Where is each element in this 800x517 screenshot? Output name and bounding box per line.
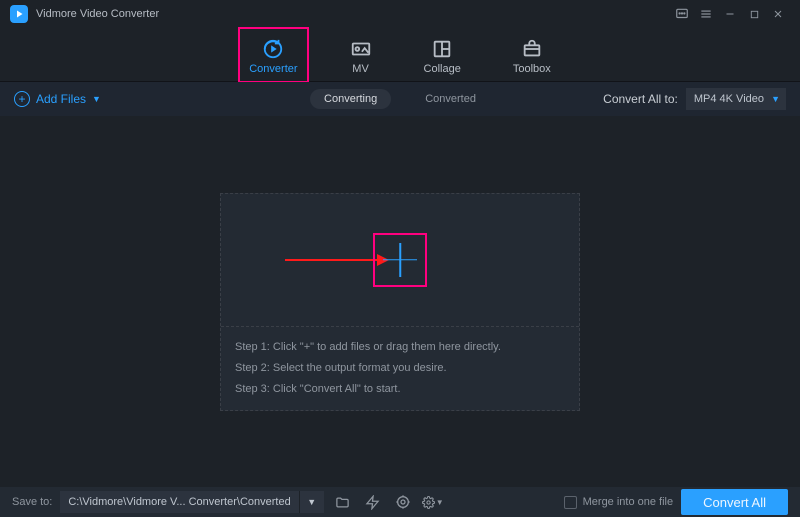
nav-converter-label: Converter	[249, 63, 297, 75]
instruction-step-1: Step 1: Click "+" to add files or drag t…	[235, 337, 565, 358]
nav-converter[interactable]: Converter	[241, 30, 305, 80]
feedback-icon[interactable]	[670, 2, 694, 26]
high-speed-button[interactable]	[392, 491, 414, 513]
add-files-label: Add Files	[36, 92, 86, 106]
output-format-dropdown[interactable]: MP4 4K Video ▼	[686, 88, 786, 110]
save-path-text: C:\Vidmore\Vidmore V... Converter\Conver…	[60, 491, 299, 513]
nav-mv-label: MV	[352, 63, 369, 75]
chevron-down-icon[interactable]: ▼	[300, 497, 324, 507]
annotation-highlight	[373, 233, 427, 287]
nav-mv[interactable]: MV	[342, 30, 380, 80]
dropzone-instructions: Step 1: Click "+" to add files or drag t…	[221, 327, 579, 410]
save-to-label: Save to:	[12, 496, 52, 508]
mv-icon	[350, 38, 372, 60]
settings-button[interactable]: ▼	[422, 491, 444, 513]
merge-checkbox[interactable]: Merge into one file	[564, 496, 674, 509]
main-nav: Converter MV Collage Toolbox	[0, 28, 800, 82]
add-files-plus-icon[interactable]	[381, 241, 419, 279]
convert-all-to: Convert All to: MP4 4K Video ▼	[603, 88, 786, 110]
app-title: Vidmore Video Converter	[36, 8, 159, 20]
dropzone[interactable]: Step 1: Click "+" to add files or drag t…	[220, 193, 580, 411]
nav-toolbox[interactable]: Toolbox	[505, 30, 559, 80]
minimize-button[interactable]	[718, 2, 742, 26]
maximize-button[interactable]	[742, 2, 766, 26]
workspace: Step 1: Click "+" to add files or drag t…	[0, 116, 800, 487]
subtab-converting[interactable]: Converting	[310, 89, 391, 109]
nav-toolbox-label: Toolbox	[513, 63, 551, 75]
open-folder-button[interactable]	[332, 491, 354, 513]
collage-icon	[431, 38, 453, 60]
nav-collage-label: Collage	[424, 63, 461, 75]
dropzone-upper	[221, 194, 579, 327]
app-logo	[10, 5, 28, 23]
titlebar: Vidmore Video Converter	[0, 0, 800, 28]
chevron-down-icon: ▼	[771, 94, 780, 104]
merge-label: Merge into one file	[583, 496, 674, 508]
menu-icon[interactable]	[694, 2, 718, 26]
subtabs: Converting Converted	[310, 89, 490, 109]
hardware-accel-button[interactable]	[362, 491, 384, 513]
footer: Save to: C:\Vidmore\Vidmore V... Convert…	[0, 487, 800, 517]
convert-all-button[interactable]: Convert All	[681, 489, 788, 515]
subtab-converted[interactable]: Converted	[411, 89, 490, 109]
converter-icon	[262, 38, 284, 60]
output-format-selected: MP4 4K Video	[694, 93, 764, 105]
close-button[interactable]	[766, 2, 790, 26]
convert-all-to-label: Convert All to:	[603, 92, 678, 106]
plus-circle-icon	[14, 91, 30, 107]
add-files-button[interactable]: Add Files ▼	[14, 91, 101, 107]
instruction-step-2: Step 2: Select the output format you des…	[235, 358, 565, 379]
chevron-down-icon: ▼	[92, 94, 101, 104]
toolbar: Add Files ▼ Converting Converted Convert…	[0, 82, 800, 116]
chevron-down-icon: ▼	[436, 498, 444, 507]
checkbox-icon	[564, 496, 577, 509]
save-path-dropdown[interactable]: C:\Vidmore\Vidmore V... Converter\Conver…	[60, 491, 323, 513]
instruction-step-3: Step 3: Click "Convert All" to start.	[235, 379, 565, 400]
nav-collage[interactable]: Collage	[416, 30, 469, 80]
toolbox-icon	[521, 38, 543, 60]
